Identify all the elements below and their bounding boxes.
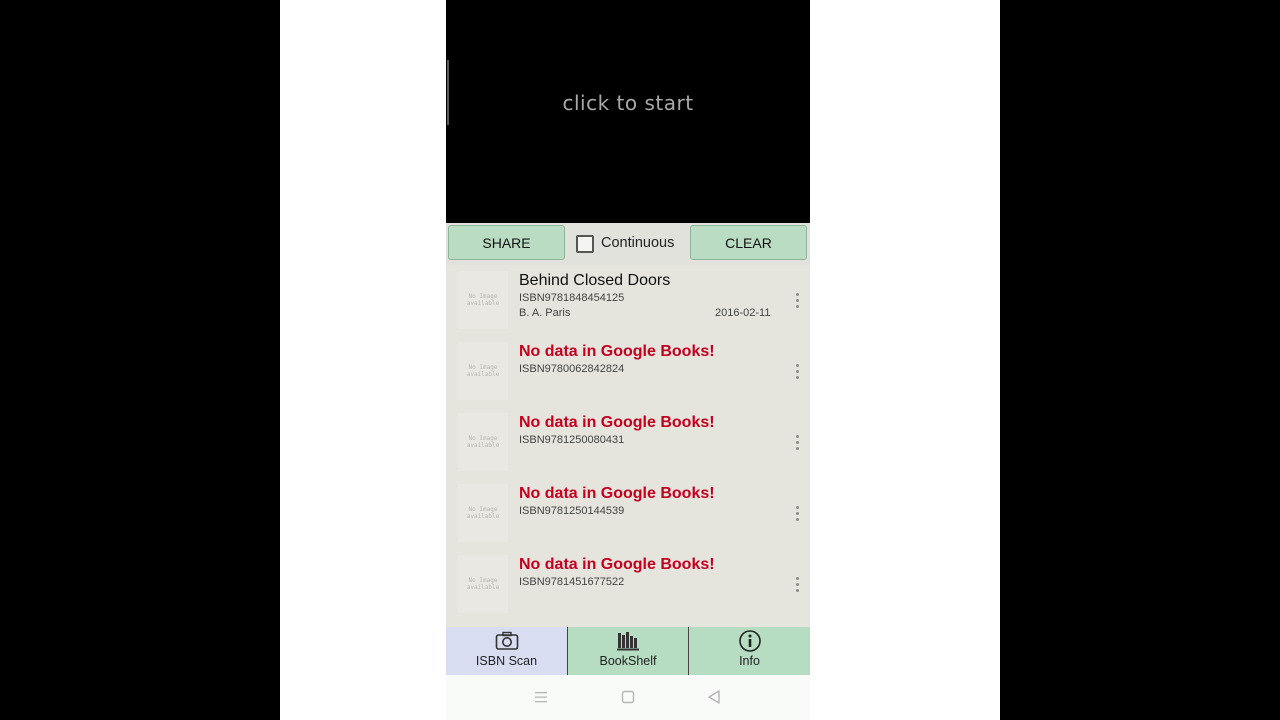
book-list-item[interactable]: No Image available No data in Google Books…	[446, 549, 810, 619]
no-image-text: No Image available	[458, 364, 508, 378]
info-icon	[738, 630, 761, 652]
dot	[796, 583, 799, 586]
more-options-icon[interactable]	[792, 435, 802, 451]
book-published-date: 2016-02-11	[715, 307, 771, 319]
book-list: No Image available Behind Closed Doors ISBN…	[446, 265, 810, 627]
no-image-line2: available	[466, 371, 500, 378]
dot	[796, 370, 799, 373]
book-list-item[interactable]: No Image available No data in Google Books…	[446, 407, 810, 477]
share-button[interactable]: SHARE	[448, 225, 565, 260]
more-options-icon[interactable]	[792, 293, 802, 309]
tab-isbn-scan[interactable]: ISBN Scan	[446, 627, 567, 675]
bottom-navigation: ISBN Scan BookShelf Info	[446, 627, 810, 675]
tab-info[interactable]: Info	[688, 627, 810, 675]
home-icon[interactable]	[619, 688, 637, 706]
no-image-line1: No Image	[468, 506, 498, 513]
book-cover-placeholder: No Image available	[458, 342, 508, 400]
continuous-label: Continuous	[601, 235, 675, 251]
checkbox-box[interactable]	[576, 235, 594, 253]
book-isbn: ISBN9781250144539	[519, 505, 625, 517]
book-author: B. A. Paris	[519, 307, 571, 319]
book-isbn: ISBN9781250080431	[519, 434, 625, 446]
book-list-item[interactable]: No Image available Behind Closed Doors ISBN…	[446, 265, 810, 335]
no-image-text: No Image available	[458, 506, 508, 520]
camera-icon	[495, 631, 518, 650]
tab-isbn-scan-label: ISBN Scan	[475, 654, 538, 668]
app-screen: click to start SHARE Continuous CLEAR No…	[446, 0, 810, 720]
book-title: Behind Closed Doors	[519, 272, 671, 289]
no-data-message: No data in Google Books!	[519, 485, 715, 502]
tab-info-label: Info	[739, 654, 760, 668]
no-image-line1: No Image	[468, 364, 498, 371]
dot	[796, 299, 799, 302]
more-options-icon[interactable]	[792, 506, 802, 522]
dot	[796, 589, 799, 592]
more-options-icon[interactable]	[792, 364, 802, 380]
dot	[796, 518, 799, 521]
tab-bookshelf-label: BookShelf	[599, 654, 657, 668]
book-list-item[interactable]: No Image available No data in Google Books…	[446, 478, 810, 548]
dot	[796, 506, 799, 509]
dot	[796, 293, 799, 296]
dot	[796, 577, 799, 580]
no-image-line1: No Image	[468, 435, 498, 442]
more-options-icon[interactable]	[792, 577, 802, 593]
no-image-text: No Image available	[458, 577, 508, 591]
book-list-item[interactable]: No Image available No data in Google Books…	[446, 336, 810, 406]
no-image-line2: available	[466, 442, 500, 449]
no-image-line2: available	[466, 513, 500, 520]
no-data-message: No data in Google Books!	[519, 343, 715, 360]
dot	[796, 447, 799, 450]
book-cover-placeholder: No Image available	[458, 484, 508, 542]
back-icon[interactable]	[705, 688, 723, 706]
no-data-message: No data in Google Books!	[519, 556, 715, 573]
left-letterbox	[280, 0, 446, 720]
action-toolbar: SHARE Continuous CLEAR	[446, 223, 810, 266]
book-cover-placeholder: No Image available	[458, 271, 508, 329]
camera-start-hint[interactable]: click to start	[446, 91, 810, 115]
book-isbn: ISBN9780062842824	[519, 363, 625, 375]
no-image-line1: No Image	[468, 293, 498, 300]
right-letterbox	[810, 0, 1000, 720]
no-image-line2: available	[466, 584, 500, 591]
camera-preview[interactable]: click to start	[446, 0, 810, 223]
menu-icon[interactable]	[532, 688, 550, 706]
no-image-text: No Image available	[458, 435, 508, 449]
dot	[796, 435, 799, 438]
no-image-text: No Image available	[458, 293, 508, 307]
clear-button[interactable]: CLEAR	[690, 225, 807, 260]
dot	[796, 376, 799, 379]
book-isbn: ISBN9781848454125	[519, 292, 625, 304]
book-cover-placeholder: No Image available	[458, 413, 508, 471]
no-image-line2: available	[466, 300, 500, 307]
dot	[796, 441, 799, 444]
system-navigation-bar	[446, 675, 810, 720]
no-data-message: No data in Google Books!	[519, 414, 715, 431]
dot	[796, 364, 799, 367]
tab-bookshelf[interactable]: BookShelf	[567, 627, 688, 675]
book-isbn: ISBN9781451677522	[519, 576, 625, 588]
dot	[796, 305, 799, 308]
dot	[796, 512, 799, 515]
bookshelf-icon	[617, 632, 639, 651]
book-cover-placeholder: No Image available	[458, 555, 508, 613]
no-image-line1: No Image	[468, 577, 498, 584]
